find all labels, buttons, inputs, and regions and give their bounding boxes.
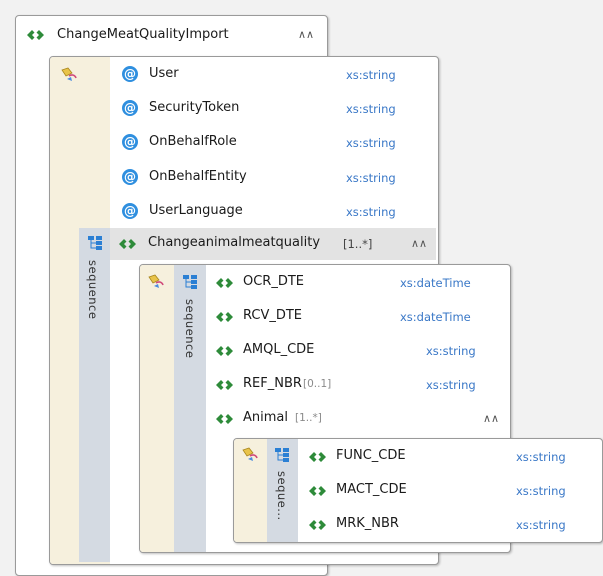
sequence-icon bbox=[87, 235, 103, 251]
element-name: MRK_NBR bbox=[336, 516, 399, 531]
attribute-row[interactable]: @ OnBehalfRole xs:string bbox=[110, 130, 436, 156]
attribute-icon: @ bbox=[122, 203, 138, 219]
collapse-icon[interactable]: ∧∧ bbox=[483, 412, 499, 425]
collapse-icon[interactable]: ∧∧ bbox=[298, 28, 314, 41]
element-icon bbox=[308, 518, 327, 532]
element-name: FUNC_CDE bbox=[336, 448, 406, 463]
element-type: xs:string bbox=[516, 450, 566, 464]
attribute-row[interactable]: @ SecurityToken xs:string bbox=[110, 96, 436, 122]
element-name: AMQL_CDE bbox=[243, 342, 315, 357]
element-icon bbox=[308, 484, 327, 498]
element-row-animal[interactable]: Animal [1..*] ∧∧ bbox=[205, 405, 508, 433]
element-name: RCV_DTE bbox=[243, 308, 303, 323]
attribute-row[interactable]: @ User xs:string bbox=[110, 62, 436, 88]
sequence-label: seque... bbox=[275, 471, 289, 521]
sequence-label: sequence bbox=[86, 260, 100, 320]
attribute-icon: @ bbox=[122, 66, 138, 82]
element-cardinality: [0..1] bbox=[303, 378, 332, 390]
element-name: Changeanimalmeatquality bbox=[148, 235, 321, 250]
attribute-name: OnBehalfRole bbox=[149, 134, 237, 149]
element-cardinality: [1..*] bbox=[343, 237, 373, 251]
attribute-group-icon bbox=[60, 67, 78, 83]
element-row[interactable]: MRK_NBR xs:string bbox=[298, 511, 600, 539]
attribute-type: xs:string bbox=[346, 136, 396, 150]
element-icon bbox=[215, 378, 234, 392]
element-row[interactable]: REF_NBR [0..1] xs:string bbox=[205, 371, 508, 399]
attribute-group-icon bbox=[147, 274, 165, 290]
element-icon bbox=[215, 344, 234, 358]
attribute-icon: @ bbox=[122, 134, 138, 150]
element-type: xs:string bbox=[426, 344, 476, 358]
element-row[interactable]: AMQL_CDE xs:string bbox=[205, 337, 508, 365]
element-icon bbox=[215, 310, 234, 324]
collapse-icon[interactable]: ∧∧ bbox=[411, 237, 427, 250]
attribute-name: UserLanguage bbox=[149, 203, 243, 218]
element-icon bbox=[118, 237, 137, 251]
attribute-name: User bbox=[149, 66, 179, 81]
element-type: xs:dateTime bbox=[400, 276, 471, 290]
attribute-name: SecurityToken bbox=[149, 100, 240, 115]
element-type: xs:dateTime bbox=[400, 310, 471, 324]
element-name: OCR_DTE bbox=[243, 274, 305, 289]
element-type: xs:string bbox=[516, 518, 566, 532]
element-icon bbox=[215, 276, 234, 290]
attribute-type: xs:string bbox=[346, 68, 396, 82]
element-name: Animal bbox=[243, 410, 288, 425]
element-name: REF_NBR bbox=[243, 376, 302, 391]
element-name: MACT_CDE bbox=[336, 482, 407, 497]
attribute-type: xs:string bbox=[346, 205, 396, 219]
element-row-changeanimalmeatquality[interactable]: Changeanimalmeatquality [1..*] ∧∧ bbox=[110, 228, 436, 260]
element-icon bbox=[215, 412, 234, 426]
sequence-icon bbox=[182, 274, 198, 290]
content-side-panel bbox=[140, 265, 174, 552]
attribute-type: xs:string bbox=[346, 171, 396, 185]
element-cardinality: [1..*] bbox=[295, 412, 322, 424]
attribute-type: xs:string bbox=[346, 102, 396, 116]
element-icon bbox=[26, 28, 45, 42]
attribute-row[interactable]: @ OnBehalfEntity xs:string bbox=[110, 165, 436, 191]
attribute-name: OnBehalfEntity bbox=[149, 169, 247, 184]
element-row[interactable]: RCV_DTE xs:dateTime bbox=[205, 303, 508, 331]
element-row[interactable]: OCR_DTE xs:dateTime bbox=[205, 269, 508, 297]
element-type: xs:string bbox=[516, 484, 566, 498]
attribute-icon: @ bbox=[122, 100, 138, 116]
element-row[interactable]: FUNC_CDE xs:string bbox=[298, 443, 600, 471]
sequence-icon bbox=[274, 447, 290, 463]
attribute-row[interactable]: @ UserLanguage xs:string bbox=[110, 199, 436, 225]
sequence-label: sequence bbox=[183, 299, 197, 359]
attribute-icon: @ bbox=[122, 169, 138, 185]
root-element-name: ChangeMeatQualityImport bbox=[57, 27, 229, 42]
element-type: xs:string bbox=[426, 378, 476, 392]
element-icon bbox=[308, 450, 327, 464]
attribute-group-icon bbox=[241, 447, 259, 463]
element-row[interactable]: MACT_CDE xs:string bbox=[298, 477, 600, 505]
